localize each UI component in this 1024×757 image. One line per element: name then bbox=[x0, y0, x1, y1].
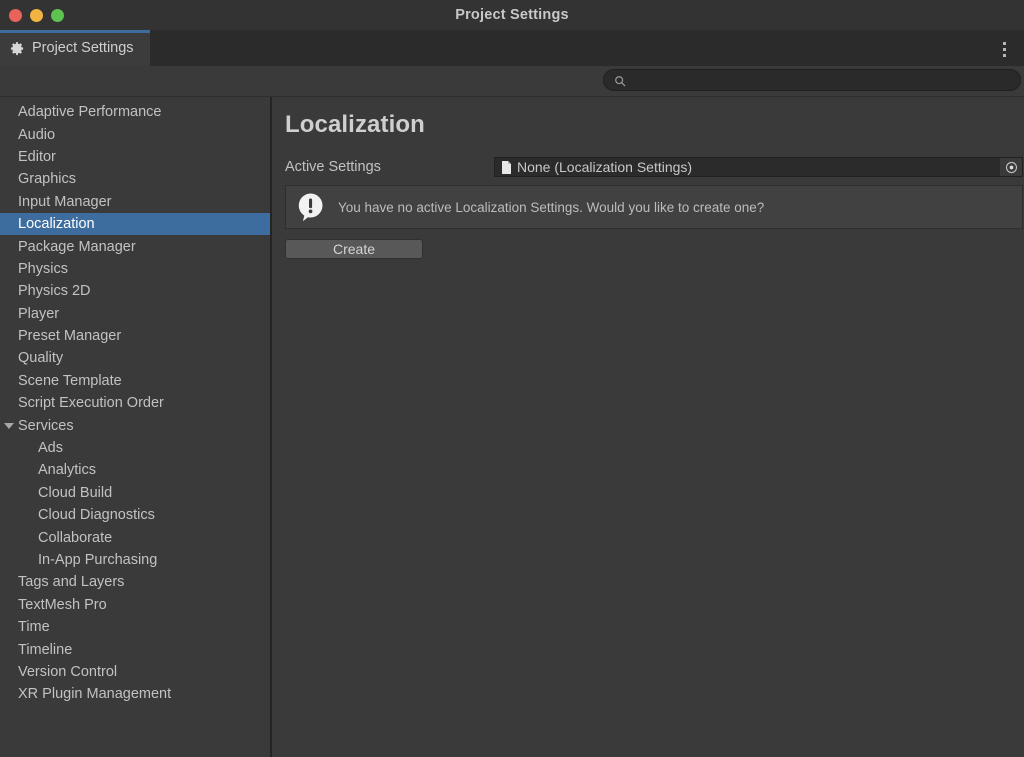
sidebar-item-label: Audio bbox=[18, 126, 56, 143]
sidebar-item-label: Player bbox=[18, 305, 60, 322]
sidebar-item-services[interactable]: Services bbox=[0, 414, 270, 436]
kebab-menu-icon[interactable] bbox=[994, 38, 1014, 60]
sidebar-item-label: Scene Template bbox=[18, 372, 122, 389]
sidebar-item-localization[interactable]: Localization bbox=[0, 212, 270, 236]
sidebar-item-label: Quality bbox=[18, 350, 64, 367]
sidebar-item-label: Analytics bbox=[38, 462, 97, 479]
sidebar-item-input-manager[interactable]: Input Manager bbox=[0, 191, 270, 213]
sidebar-item-label: Cloud Build bbox=[38, 484, 113, 501]
sidebar-item-label: XR Plugin Management bbox=[18, 686, 172, 703]
object-picker-icon[interactable] bbox=[1000, 158, 1022, 176]
sidebar-item-tags-and-layers[interactable]: Tags and Layers bbox=[0, 571, 270, 593]
active-settings-row: Active Settings None (Localization Setti… bbox=[272, 157, 1024, 177]
window-titlebar: Project Settings bbox=[0, 0, 1024, 30]
sidebar-item-label: Cloud Diagnostics bbox=[38, 507, 155, 524]
sidebar-item-editor[interactable]: Editor bbox=[0, 146, 270, 168]
warning-speech-bubble-icon bbox=[296, 192, 326, 222]
sidebar-item-player[interactable]: Player bbox=[0, 303, 270, 325]
sidebar-item-timeline[interactable]: Timeline bbox=[0, 638, 270, 660]
sidebar-item-version-control[interactable]: Version Control bbox=[0, 661, 270, 683]
sidebar-item-in-app-purchasing[interactable]: In-App Purchasing bbox=[0, 549, 270, 571]
sidebar-item-label: Physics bbox=[18, 260, 68, 277]
sidebar-item-label: Localization bbox=[18, 216, 95, 233]
window-title: Project Settings bbox=[455, 7, 569, 23]
maximize-window-button[interactable] bbox=[51, 8, 64, 22]
sidebar-item-cloud-build[interactable]: Cloud Build bbox=[0, 482, 270, 504]
active-settings-label: Active Settings bbox=[285, 159, 381, 175]
sidebar-item-scene-template[interactable]: Scene Template bbox=[0, 370, 270, 392]
tab-bar: Project Settings bbox=[0, 30, 1024, 66]
sidebar-item-label: Editor bbox=[18, 148, 56, 165]
sidebar-item-label: Timeline bbox=[18, 641, 73, 658]
sidebar-item-adaptive-performance[interactable]: Adaptive Performance bbox=[0, 101, 270, 123]
sidebar-item-label: TextMesh Pro bbox=[18, 596, 107, 613]
help-box: You have no active Localization Settings… bbox=[285, 185, 1023, 229]
content-split: Adaptive Performance Audio Editor Graphics I… bbox=[0, 97, 1024, 757]
chevron-down-icon[interactable] bbox=[4, 422, 14, 429]
kebab-dot bbox=[1002, 47, 1006, 51]
kebab-dot bbox=[1002, 41, 1006, 45]
settings-category-list[interactable]: Adaptive Performance Audio Editor Graphics I… bbox=[0, 97, 272, 757]
tab-project-settings[interactable]: Project Settings bbox=[0, 30, 150, 66]
sidebar-item-label: Version Control bbox=[18, 663, 118, 680]
sidebar-item-collaborate[interactable]: Collaborate bbox=[0, 526, 270, 548]
sidebar-item-physics[interactable]: Physics bbox=[0, 258, 270, 280]
search-field[interactable] bbox=[603, 69, 1021, 91]
sidebar-item-label: Graphics bbox=[18, 171, 77, 188]
window-controls bbox=[9, 0, 64, 30]
document-icon bbox=[501, 160, 512, 174]
search-icon bbox=[614, 74, 626, 87]
sidebar-item-xr-plugin-management[interactable]: XR Plugin Management bbox=[0, 683, 270, 705]
settings-detail-panel: Localization Active Settings None (Local… bbox=[272, 97, 1024, 757]
project-settings-window: Project Settings Project Settings Adapti… bbox=[0, 0, 1024, 757]
close-window-button[interactable] bbox=[9, 8, 22, 22]
sidebar-item-label: Input Manager bbox=[18, 193, 112, 210]
sidebar-item-ads[interactable]: Ads bbox=[0, 437, 270, 459]
sidebar-item-label: Package Manager bbox=[18, 238, 136, 255]
gear-icon bbox=[10, 41, 25, 56]
sidebar-item-audio[interactable]: Audio bbox=[0, 123, 270, 145]
search-bar-row bbox=[0, 66, 1024, 97]
page-title: Localization bbox=[285, 111, 425, 138]
sidebar-item-label: Time bbox=[18, 619, 50, 636]
create-button[interactable]: Create bbox=[285, 239, 423, 259]
minimize-window-button[interactable] bbox=[30, 8, 43, 22]
sidebar-item-label: Adaptive Performance bbox=[18, 104, 162, 121]
sidebar-item-label: Preset Manager bbox=[18, 328, 122, 345]
sidebar-item-cloud-diagnostics[interactable]: Cloud Diagnostics bbox=[0, 504, 270, 526]
sidebar-item-graphics[interactable]: Graphics bbox=[0, 168, 270, 190]
sidebar-item-label: Tags and Layers bbox=[18, 574, 125, 591]
sidebar-item-quality[interactable]: Quality bbox=[0, 347, 270, 369]
active-settings-value: None (Localization Settings) bbox=[517, 159, 693, 175]
sidebar-item-time[interactable]: Time bbox=[0, 616, 270, 638]
sidebar-item-label: Collaborate bbox=[38, 529, 113, 546]
sidebar-item-label: Ads bbox=[38, 440, 63, 457]
sidebar-item-analytics[interactable]: Analytics bbox=[0, 459, 270, 481]
sidebar-item-textmesh-pro[interactable]: TextMesh Pro bbox=[0, 594, 270, 616]
sidebar-item-label: Services bbox=[18, 417, 74, 434]
sidebar-item-label: Script Execution Order bbox=[18, 395, 164, 412]
sidebar-item-label: In-App Purchasing bbox=[38, 552, 158, 568]
active-settings-object-field[interactable]: None (Localization Settings) bbox=[494, 157, 1023, 177]
sidebar-item-physics-2d[interactable]: Physics 2D bbox=[0, 280, 270, 302]
sidebar-item-package-manager[interactable]: Package Manager bbox=[0, 235, 270, 257]
sidebar-item-preset-manager[interactable]: Preset Manager bbox=[0, 325, 270, 347]
kebab-dot bbox=[1002, 53, 1006, 57]
search-input[interactable] bbox=[626, 71, 1020, 89]
tab-label: Project Settings bbox=[32, 40, 134, 56]
sidebar-item-label: Physics 2D bbox=[18, 283, 91, 300]
help-box-text: You have no active Localization Settings… bbox=[338, 199, 765, 215]
sidebar-item-script-execution-order[interactable]: Script Execution Order bbox=[0, 392, 270, 414]
